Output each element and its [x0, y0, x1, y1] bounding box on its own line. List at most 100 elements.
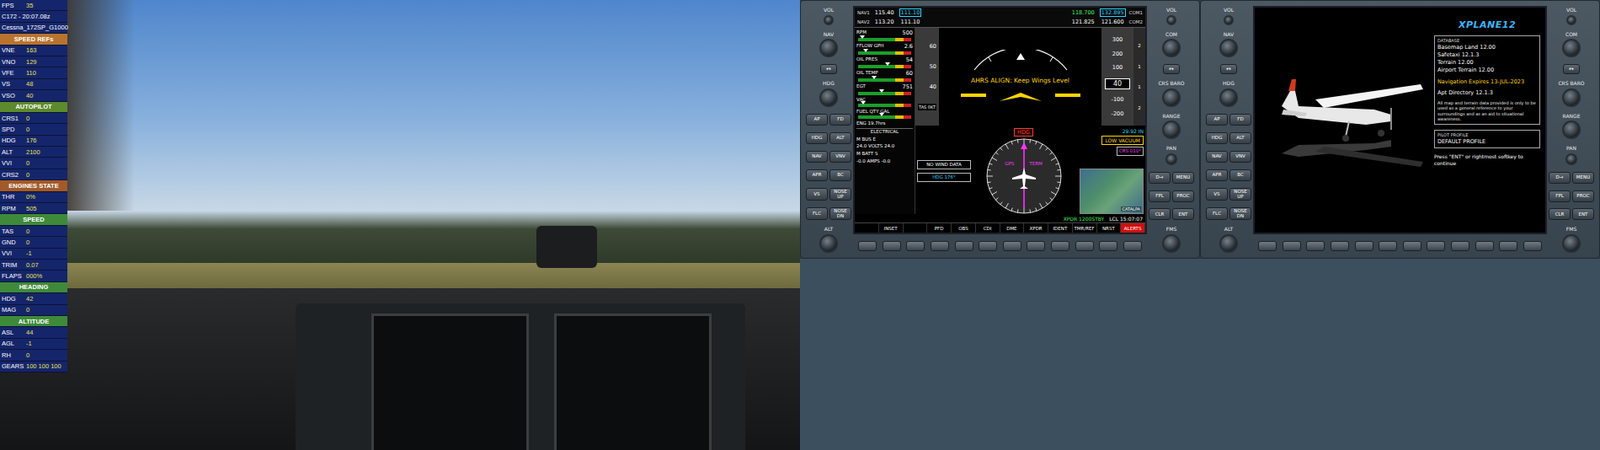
- knob[interactable]: [1166, 15, 1177, 26]
- knob[interactable]: [1162, 38, 1181, 58]
- softkey-label[interactable]: INSET: [879, 223, 904, 233]
- knob[interactable]: [1566, 15, 1577, 26]
- bezel-button[interactable]: FD: [1229, 113, 1252, 126]
- knob[interactable]: [819, 88, 838, 107]
- softkey-label[interactable]: XPDR: [1024, 223, 1049, 233]
- bezel-button[interactable]: ENT: [1572, 208, 1595, 220]
- bezel-button[interactable]: VNV: [829, 150, 852, 163]
- knob[interactable]: [1562, 120, 1581, 139]
- button-pair: NAVVNV: [805, 150, 852, 163]
- bezel-button[interactable]: HDG: [805, 132, 828, 144]
- softkey-button[interactable]: [882, 240, 902, 251]
- knob[interactable]: [819, 38, 838, 58]
- bezel-button[interactable]: ALT: [829, 132, 852, 144]
- bezel-button[interactable]: BC: [829, 169, 852, 182]
- softkey-button[interactable]: [1075, 240, 1094, 251]
- swap-button[interactable]: ↔: [1562, 64, 1580, 75]
- softkey-label[interactable]: CDI: [976, 223, 1001, 233]
- bezel-button[interactable]: VS: [1205, 187, 1228, 201]
- softkey-button[interactable]: [1402, 240, 1422, 251]
- bezel-button[interactable]: AP: [1205, 113, 1228, 126]
- knob[interactable]: [1162, 234, 1181, 253]
- bezel-button[interactable]: NAV: [1205, 150, 1228, 163]
- bezel-button[interactable]: PROC: [1572, 190, 1595, 203]
- bezel-button[interactable]: FLC: [1205, 207, 1228, 220]
- knob[interactable]: [1223, 15, 1234, 26]
- softkey-button[interactable]: [1475, 240, 1494, 251]
- left-controls: VOLNAV↔HDGAPFDHDGALTNAVVNVAPRBCVSNOSE UP…: [1204, 5, 1254, 255]
- knob[interactable]: [1219, 234, 1238, 253]
- softkey-button[interactable]: [930, 240, 950, 251]
- bezel-button[interactable]: FPL: [1148, 190, 1171, 203]
- knob[interactable]: [1162, 88, 1181, 107]
- bezel-button[interactable]: D→: [1548, 171, 1571, 184]
- softkey-button[interactable]: [1050, 240, 1070, 251]
- softkey-label[interactable]: [854, 223, 880, 233]
- softkey-button[interactable]: [1002, 240, 1022, 251]
- bezel-button[interactable]: NAV: [805, 150, 828, 163]
- softkey-button[interactable]: [1282, 240, 1302, 251]
- softkey-label[interactable]: ALERTS: [1120, 223, 1146, 233]
- knob[interactable]: [1219, 88, 1238, 107]
- bezel-button[interactable]: NOSE DN: [829, 207, 852, 220]
- bezel-button[interactable]: VNV: [1229, 150, 1252, 163]
- bezel-button[interactable]: CLR: [1148, 208, 1171, 220]
- bezel-button[interactable]: D→: [1148, 171, 1171, 184]
- bezel-button[interactable]: MENU: [1172, 171, 1195, 184]
- knob[interactable]: [1562, 234, 1581, 253]
- knob[interactable]: [819, 234, 838, 253]
- swap-button[interactable]: ↔: [1162, 64, 1180, 75]
- bezel-button[interactable]: ENT: [1172, 208, 1195, 220]
- knob[interactable]: [823, 15, 834, 26]
- softkey-button[interactable]: [1330, 240, 1350, 251]
- knob[interactable]: [1562, 38, 1581, 58]
- bezel-button[interactable]: NOSE UP: [829, 187, 852, 201]
- softkey-button[interactable]: [1026, 240, 1046, 251]
- bezel-button[interactable]: APR: [1205, 169, 1228, 182]
- knob[interactable]: [1562, 88, 1581, 107]
- knob[interactable]: [1219, 38, 1238, 58]
- knob[interactable]: [1165, 153, 1178, 166]
- softkey-button[interactable]: [1258, 240, 1277, 251]
- bezel-button[interactable]: VS: [805, 187, 828, 201]
- swap-button[interactable]: ↔: [1220, 64, 1238, 75]
- softkey-button[interactable]: [1426, 240, 1446, 251]
- softkey-button[interactable]: [954, 240, 974, 251]
- softkey-label[interactable]: IDENT: [1048, 223, 1073, 233]
- softkey-label[interactable]: PFD: [927, 223, 952, 233]
- softkey-label[interactable]: OBS: [951, 223, 976, 233]
- softkey-button[interactable]: [1098, 240, 1118, 251]
- softkey-label[interactable]: TMR/REF: [1072, 223, 1098, 233]
- bezel-button[interactable]: FD: [829, 113, 852, 126]
- softkey-button[interactable]: [1123, 240, 1142, 251]
- bezel-button[interactable]: APR: [805, 169, 828, 182]
- softkey-label[interactable]: [903, 223, 928, 233]
- bezel-button[interactable]: CLR: [1548, 208, 1571, 220]
- bezel-button[interactable]: BC: [1229, 169, 1252, 182]
- softkey-button[interactable]: [1306, 240, 1325, 251]
- softkey-button[interactable]: [858, 240, 877, 251]
- softkey-label[interactable]: NRST: [1097, 223, 1122, 233]
- knob[interactable]: [1162, 120, 1181, 139]
- bezel-button[interactable]: MENU: [1572, 171, 1595, 184]
- bezel-button[interactable]: HDG: [1205, 132, 1228, 144]
- swap-button[interactable]: ↔: [820, 64, 838, 75]
- button-pair: APRBC: [1205, 169, 1252, 182]
- bezel-button[interactable]: FPL: [1548, 190, 1571, 203]
- softkey-button[interactable]: [1523, 240, 1542, 251]
- softkey-button[interactable]: [1378, 240, 1398, 251]
- bezel-button[interactable]: PROC: [1172, 190, 1195, 203]
- knob-control: PAN: [1165, 145, 1178, 166]
- softkey-label[interactable]: DME: [1000, 223, 1025, 233]
- bezel-button[interactable]: NOSE UP: [1229, 187, 1252, 201]
- knob[interactable]: [1565, 153, 1578, 166]
- bezel-button[interactable]: AP: [805, 113, 828, 126]
- bezel-button[interactable]: NOSE DN: [1229, 207, 1252, 220]
- softkey-button[interactable]: [1450, 240, 1470, 251]
- bezel-button[interactable]: FLC: [805, 207, 828, 220]
- softkey-button[interactable]: [1498, 240, 1518, 251]
- bezel-button[interactable]: ALT: [1229, 132, 1252, 144]
- softkey-button[interactable]: [906, 240, 925, 251]
- softkey-button[interactable]: [978, 240, 998, 251]
- softkey-button[interactable]: [1354, 240, 1374, 251]
